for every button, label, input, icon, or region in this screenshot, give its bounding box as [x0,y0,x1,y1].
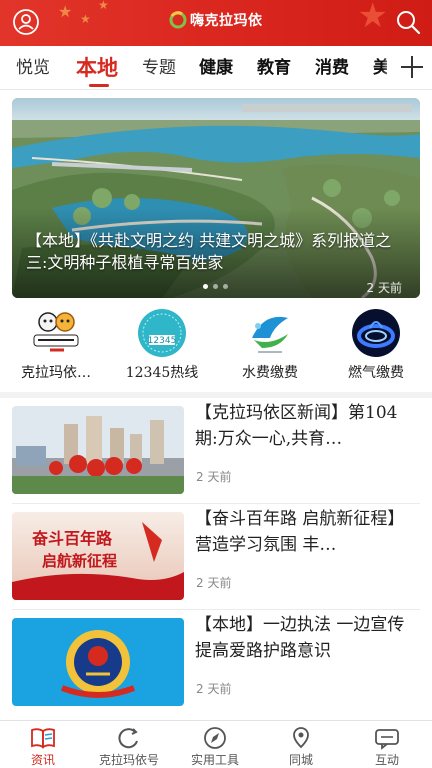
banner-time: 2 天前 [366,281,402,295]
logo-mark-icon [169,11,187,29]
news-time: 2 天前 [196,682,232,696]
city-lanterns-photo [12,406,184,494]
news-time: 2 天前 [196,576,232,590]
quick-link-label: 水费缴费 [242,365,298,381]
news-title: 【本地】一边执法 一边宣传 提高爱路护路意识 [195,615,405,661]
tab-xiaofei[interactable]: 消费 [315,46,349,90]
quick-link-klmy[interactable]: 克拉玛依… [6,302,106,390]
news-item[interactable]: 【克拉玛依区新闻】第104期:万众一心,共育… 2 天前 [0,400,432,506]
chat-icon [373,726,401,750]
active-tab-indicator [89,84,109,87]
police-emblem-photo [12,618,184,706]
quick-links: 克拉玛依… 12345 12345热线 水费缴费 燃气缴费 [0,302,432,390]
centenary-banner: 奋斗百年路 启航新征程 [12,512,184,600]
plus-icon[interactable] [398,52,426,82]
tab-jiaoyu[interactable]: 教育 [257,46,291,90]
carousel-dot[interactable] [213,284,218,289]
location-icon [287,726,315,750]
refresh-icon [115,726,143,750]
book-icon [29,726,57,750]
nav-label: 实用工具 [190,753,239,767]
news-title: 【奋斗百年路 启航新征程】营造学习氛围 丰… [195,509,405,555]
app-logo: 嗨克拉玛依 [168,10,263,30]
gas-flame-icon [350,308,402,358]
star-decoration: ★ [80,12,91,26]
klmy-mascot-icon [30,308,82,358]
user-icon[interactable] [12,8,40,36]
news-time: 2 天前 [196,470,232,484]
nav-label: 资讯 [30,753,55,767]
news-item[interactable]: 奋斗百年路 启航新征程 【奋斗百年路 启航新征程】营造学习氛围 丰… 2 天前 [0,506,432,612]
section-divider [0,392,432,398]
water-bill-icon [244,308,296,358]
star-decoration: ★ [357,0,388,36]
app-title: 嗨克拉玛依 [190,13,263,29]
star-decoration: ★ [58,2,73,21]
tab-yuelan[interactable]: 悦览 [16,46,50,90]
nav-item-klmyhao[interactable]: 克拉玛依号 [86,721,172,768]
quick-link-water[interactable]: 水费缴费 [220,302,320,390]
app-header: ★ ★ ★ ★ 嗨克拉玛依 [0,0,432,46]
banner-carousel[interactable]: 【本地】《共赴文明之约 共建文明之城》系列报道之三:文明种子根植寻常百姓家 [12,98,420,298]
quick-link-label: 12345热线 [125,365,199,381]
nav-item-tools[interactable]: 实用工具 [172,721,258,768]
banner-slogan-1: 奋斗百年路 [31,529,113,548]
quick-link-12345[interactable]: 12345 12345热线 [112,302,212,390]
star-decoration: ★ [98,0,109,12]
banner-title: 【本地】《共赴文明之约 共建文明之城》系列报道之三:文明种子根植寻常百姓家 [26,231,392,272]
news-title: 【克拉玛依区新闻】第104期:万众一心,共育… [195,403,398,449]
nav-item-tongcheng[interactable]: 同城 [258,721,344,768]
banner-slogan-2: 启航新征程 [42,552,117,570]
carousel-dot[interactable] [203,284,208,289]
bottom-nav: 资讯 克拉玛依号 实用工具 同城 互动 [0,720,432,768]
tab-zhuanti[interactable]: 专题 [142,46,176,90]
compass-icon [201,726,229,750]
nav-label: 克拉玛依号 [98,753,159,767]
divider [12,503,420,504]
search-icon[interactable] [394,8,422,36]
nav-label: 互动 [374,753,399,767]
channel-tabs: 悦览 本地 专题 健康 教育 消费 美 [0,46,432,90]
nav-item-zixun[interactable]: 资讯 [0,721,86,768]
nav-label: 同城 [288,753,313,767]
quick-link-gas[interactable]: 燃气缴费 [326,302,426,390]
tab-jiankang[interactable]: 健康 [199,46,233,90]
divider [12,609,420,610]
quick-link-label: 克拉玛依… [21,365,91,381]
hotline-12345-icon: 12345 [136,308,188,358]
news-item[interactable]: 【本地】一边执法 一边宣传 提高爱路护路意识 2 天前 [0,612,432,718]
nav-item-hudong[interactable]: 互动 [344,721,430,768]
quick-link-label: 燃气缴费 [348,365,404,381]
hotline-badge-text: 12345 [148,336,177,346]
carousel-dot[interactable] [223,284,228,289]
tabs-fade [382,46,396,89]
